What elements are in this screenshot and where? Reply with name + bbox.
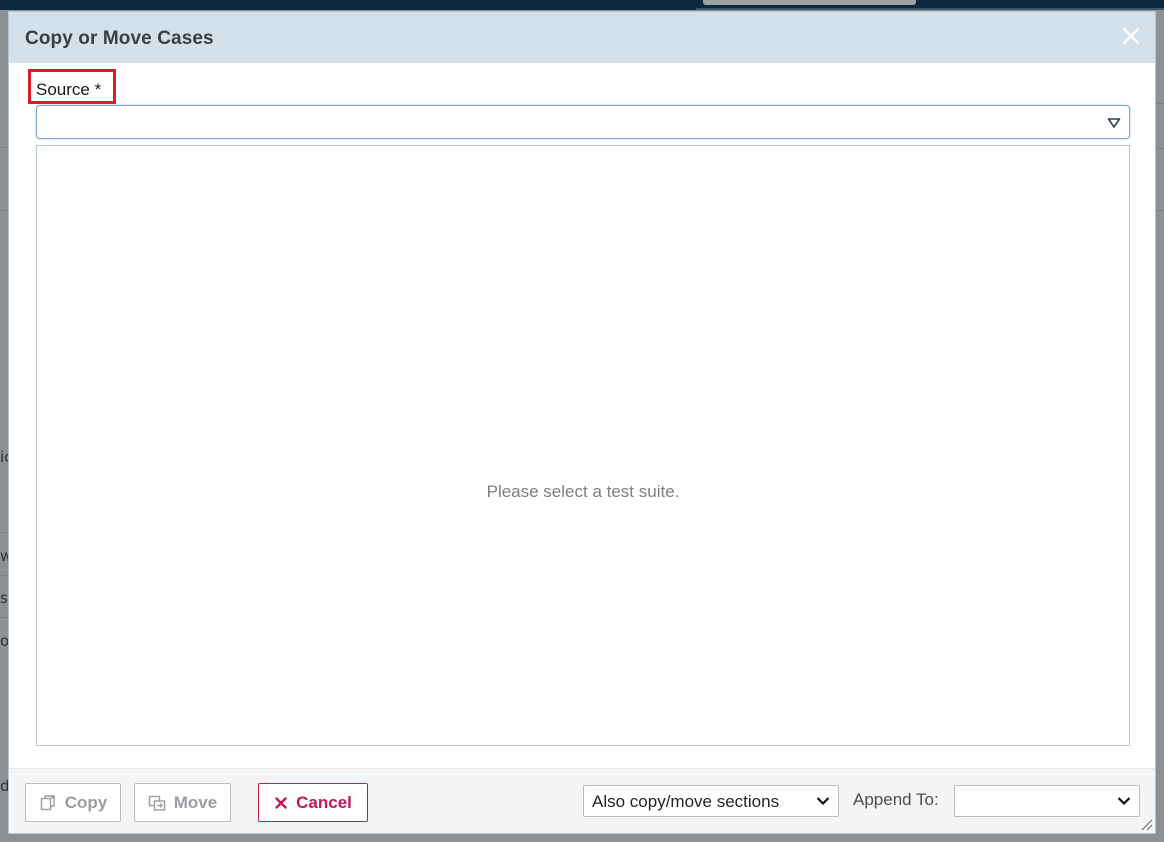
move-button[interactable]: Move (134, 783, 231, 822)
cancel-button[interactable]: Cancel (258, 783, 368, 822)
chevron-down-icon (816, 797, 830, 806)
sections-option-select[interactable]: Also copy/move sections (583, 785, 839, 817)
move-button-label: Move (173, 792, 218, 812)
background-divider (1156, 210, 1164, 211)
source-select[interactable] (36, 105, 1130, 139)
chevron-down-icon (1117, 797, 1131, 806)
background-divider (1156, 103, 1164, 104)
sections-option-value: Also copy/move sections (592, 792, 780, 811)
close-icon[interactable] (1119, 24, 1143, 48)
dialog-title: Copy or Move Cases (25, 28, 214, 49)
dialog-header: Copy or Move Cases (9, 12, 1155, 63)
close-icon (275, 796, 287, 809)
background-text-fragment: s (0, 589, 8, 607)
empty-suite-message: Please select a test suite. (486, 482, 680, 501)
move-icon (148, 795, 165, 811)
background-divider (1156, 148, 1164, 149)
copy-icon (40, 794, 55, 810)
caret-down-icon (1107, 118, 1121, 128)
copy-move-cases-dialog: Copy or Move Cases Source * Please selec… (8, 11, 1156, 834)
background-tab-indicator (703, 0, 916, 5)
append-to-label: Append To: (853, 790, 939, 809)
resize-handle-icon[interactable] (1139, 817, 1153, 831)
append-to-select[interactable] (954, 785, 1140, 817)
dialog-footer: Copy Move Cancel Also copy/move sections… (9, 768, 1155, 833)
copy-button-label: Copy (64, 792, 108, 812)
cancel-button-label: Cancel (296, 792, 352, 812)
test-suite-panel: Please select a test suite. (36, 145, 1130, 746)
copy-button[interactable]: Copy (25, 783, 121, 822)
source-label: Source * (36, 80, 102, 99)
